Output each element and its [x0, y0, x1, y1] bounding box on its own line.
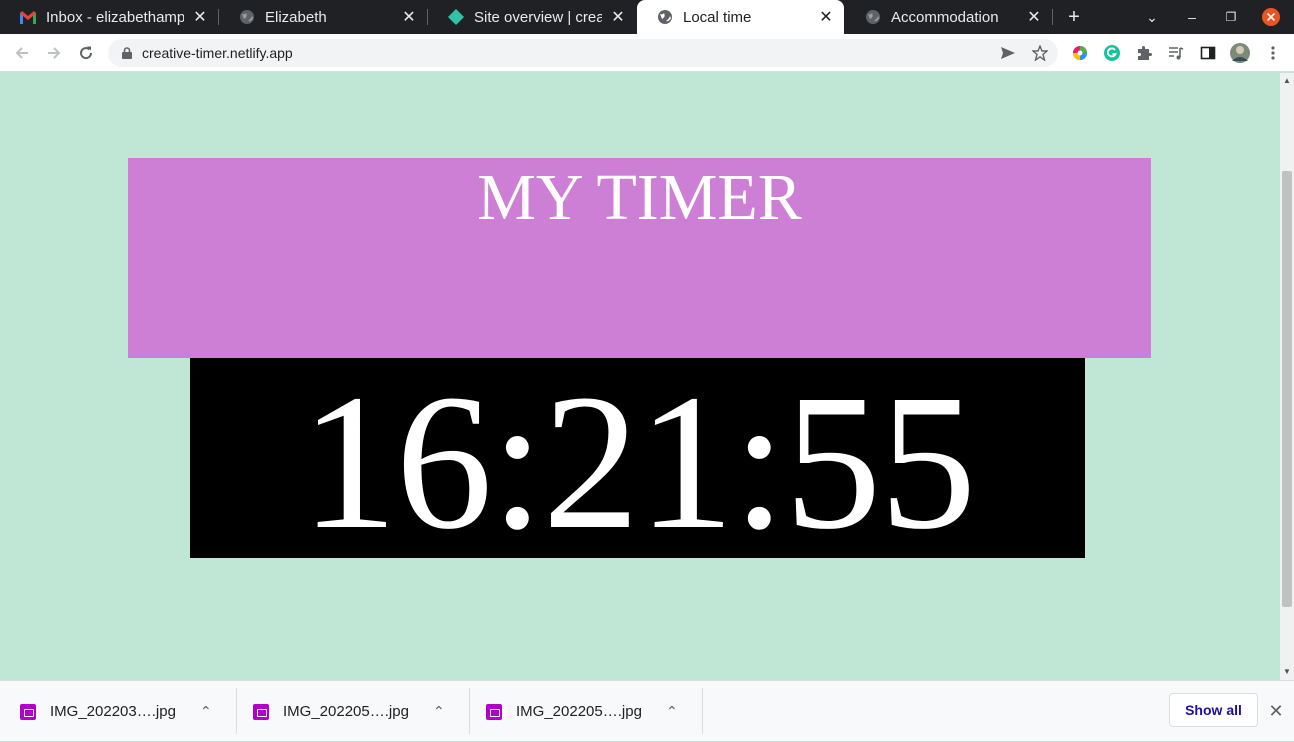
globe-icon — [657, 9, 673, 25]
tab-inbox[interactable]: Inbox - elizabethampu ✕ — [0, 0, 218, 34]
side-panel-icon — [1200, 46, 1216, 60]
tab-elizabeth[interactable]: Elizabeth ✕ — [219, 0, 427, 34]
tab-title: Local time — [683, 8, 752, 26]
restore-icon[interactable]: ❐ — [1219, 5, 1243, 29]
url-text: creative-timer.netlify.app — [142, 45, 293, 61]
scroll-thumb[interactable] — [1282, 171, 1292, 607]
grammarly-button[interactable] — [1100, 41, 1124, 65]
send-tab-button[interactable] — [996, 41, 1020, 65]
send-icon — [1001, 47, 1015, 59]
netlify-icon — [448, 9, 464, 25]
window-close-button[interactable] — [1259, 5, 1283, 29]
page-content: MY TIMER 16:21:55 — [0, 73, 1280, 680]
browser-menu-button[interactable] — [1261, 41, 1285, 65]
tab-accommodation[interactable]: Accommodation ✕ — [845, 0, 1052, 34]
address-bar[interactable]: creative-timer.netlify.app — [108, 39, 1058, 67]
color-extension-button[interactable] — [1068, 41, 1092, 65]
tab-title: Elizabeth — [265, 8, 327, 26]
scroll-down-icon[interactable]: ▼ — [1283, 668, 1291, 676]
close-icon[interactable]: ✕ — [816, 7, 836, 27]
star-icon — [1032, 45, 1048, 61]
timer-header: MY TIMER — [128, 158, 1151, 358]
avatar-icon — [1230, 43, 1250, 63]
chevron-up-icon[interactable]: ⌃ — [194, 700, 218, 724]
media-button[interactable] — [1164, 41, 1188, 65]
side-panel-button[interactable] — [1196, 41, 1220, 65]
chevron-up-icon[interactable]: ⌃ — [427, 700, 451, 724]
page-scrollbar[interactable]: ▲ ▼ — [1280, 73, 1294, 680]
puzzle-icon — [1138, 46, 1152, 60]
tab-strip: Inbox - elizabethampu ✕ Elizabeth ✕ Site… — [0, 0, 1294, 34]
bookmark-button[interactable] — [1028, 41, 1052, 65]
grammarly-icon — [1104, 45, 1120, 61]
tab-local-time[interactable]: Local time ✕ — [637, 0, 844, 34]
clock-time: 16:21:55 — [300, 358, 977, 559]
new-tab-button[interactable]: + — [1062, 5, 1086, 29]
image-file-icon — [253, 703, 269, 720]
tab-site-overview[interactable]: Site overview | creativ ✕ — [428, 0, 636, 34]
scroll-up-icon[interactable]: ▲ — [1283, 77, 1291, 85]
tab-title: Accommodation — [891, 8, 999, 26]
tab-divider — [1052, 9, 1053, 25]
globe-icon — [865, 9, 881, 25]
image-file-icon — [486, 703, 502, 720]
globe-icon — [239, 9, 255, 25]
close-downloads-icon[interactable]: ✕ — [1264, 699, 1288, 723]
download-divider — [236, 688, 237, 734]
forward-button[interactable] — [42, 41, 66, 65]
more-vert-icon — [1271, 46, 1275, 60]
download-item[interactable]: IMG_202205….jpg ⌃ — [486, 681, 684, 742]
tab-search-icon[interactable]: ⌄ — [1140, 5, 1164, 29]
close-icon — [1262, 8, 1280, 26]
download-filename: IMG_202205….jpg — [283, 703, 409, 720]
reload-button[interactable] — [74, 41, 98, 65]
reload-icon — [80, 46, 93, 60]
download-filename: IMG_202203….jpg — [50, 703, 176, 720]
download-filename: IMG_202205….jpg — [516, 703, 642, 720]
arrow-right-icon — [48, 47, 61, 59]
close-icon[interactable]: ✕ — [190, 7, 210, 27]
download-item[interactable]: IMG_202205….jpg ⌃ — [253, 681, 451, 742]
tab-title: Site overview | creativ — [474, 8, 602, 26]
chevron-up-icon[interactable]: ⌃ — [660, 700, 684, 724]
show-all-button[interactable]: Show all — [1169, 693, 1258, 727]
gmail-icon — [20, 9, 36, 25]
download-divider — [469, 688, 470, 734]
downloads-bar: IMG_202203….jpg ⌃ IMG_202205….jpg ⌃ IMG_… — [0, 680, 1294, 741]
close-icon[interactable]: ✕ — [399, 7, 419, 27]
color-wheel-icon — [1073, 46, 1087, 60]
download-divider — [702, 688, 703, 734]
clock-display: 16:21:55 — [190, 358, 1085, 558]
profile-avatar[interactable] — [1228, 41, 1252, 65]
lock-icon — [120, 46, 134, 60]
minimize-icon[interactable]: – — [1180, 5, 1204, 29]
back-button[interactable] — [10, 41, 34, 65]
close-icon[interactable]: ✕ — [608, 7, 628, 27]
media-queue-icon — [1169, 47, 1184, 60]
tab-title: Inbox - elizabethampu — [46, 8, 184, 26]
browser-toolbar: creative-timer.netlify.app — [0, 34, 1294, 72]
image-file-icon — [20, 703, 36, 720]
page-title: MY TIMER — [477, 161, 802, 234]
download-item[interactable]: IMG_202203….jpg ⌃ — [20, 681, 218, 742]
close-icon[interactable]: ✕ — [1024, 7, 1044, 27]
arrow-left-icon — [15, 47, 28, 59]
extensions-button[interactable] — [1132, 41, 1156, 65]
